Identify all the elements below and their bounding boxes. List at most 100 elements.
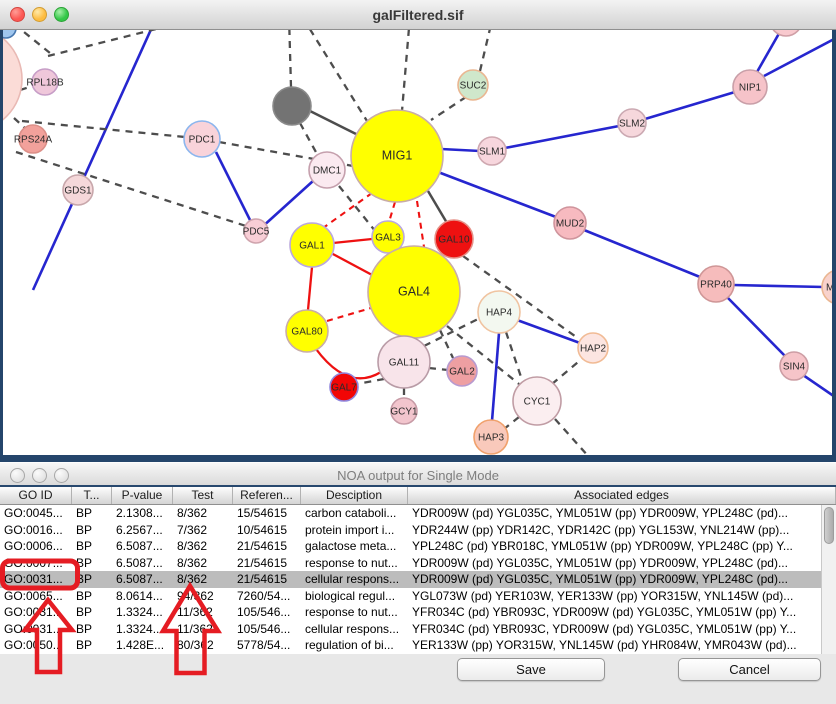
node-GAL1[interactable]: GAL1 [290,223,334,267]
node-GAL80[interactable]: GAL80 [286,310,328,352]
node-label: RPL18B [26,78,64,89]
cell-description: carbon cataboli... [301,505,408,522]
cell-go_id: GO:0031... [0,571,72,588]
cell-reference: 15/54615 [233,505,301,522]
cell-type: BP [72,588,112,605]
node-MUD2[interactable]: MUD2 [554,207,586,239]
cell-p_value: 6.5087... [112,538,173,555]
cell-edges: YDR009W (pd) YGL035C, YML051W (pp) YDR00… [408,505,836,522]
cell-go_id: GO:0031... [0,604,72,621]
column-header-test[interactable]: Test [173,487,233,504]
cell-test: 80/362 [173,637,233,654]
node-label: GAL11 [389,358,420,369]
column-header-reference[interactable]: Referen... [233,487,301,504]
node-DMC1[interactable]: DMC1 [309,152,345,188]
node-HAP2[interactable]: HAP2 [578,333,608,363]
cell-edges: YFR034C (pd) YBR093C, YDR009W (pd) YGL03… [408,621,836,638]
cell-description: galactose meta... [301,538,408,555]
node-label: HAP3 [478,433,505,444]
table-row[interactable]: GO:0031...BP6.5087...8/36221/54615cellul… [0,571,836,588]
table-row[interactable]: GO:0045...BP2.1308...8/36215/54615carbon… [0,505,836,522]
node-GAL2[interactable]: GAL2 [447,356,477,386]
table-row[interactable]: GO:0007...BP6.5087...8/36221/54615respon… [0,555,836,572]
node-label: MUD2 [556,219,585,230]
cell-go_id: GO:0065... [0,588,72,605]
node-NIP1[interactable]: NIP1 [733,70,767,104]
node-label: GCY1 [390,407,418,418]
table-row[interactable]: GO:0050...BP1.428E...80/3625778/54...reg… [0,637,836,654]
node-GAL4[interactable]: GAL4 [368,246,460,338]
node-HAP4[interactable]: HAP4 [478,291,520,333]
cell-type: BP [72,505,112,522]
node-SLM1[interactable]: SLM1 [478,137,506,165]
cell-reference: 21/54615 [233,571,301,588]
scrollbar-thumb[interactable] [824,507,834,544]
node-GCY1[interactable]: GCY1 [390,398,418,424]
cell-test: 8/362 [173,538,233,555]
node-MIG1[interactable]: MIG1 [351,110,443,202]
noa-table-header: GO ID T... P-value Test Referen... Desci… [0,487,836,505]
node-GAL10[interactable]: GAL10 [435,220,473,258]
cell-test: 94/362 [173,588,233,605]
column-header-associated-edges[interactable]: Associated edges [408,487,836,504]
cancel-button[interactable]: Cancel [678,658,821,681]
cell-p_value: 1.3324... [112,604,173,621]
cell-description: response to nut... [301,604,408,621]
cell-reference: 21/54615 [233,555,301,572]
node-label: PRP40 [700,280,732,291]
left-window-border [0,30,3,455]
cell-test: 7/362 [173,522,233,539]
node-label: DMC1 [313,166,342,177]
cell-go_id: GO:0045... [0,505,72,522]
cell-go_id: GO:0016... [0,522,72,539]
table-row[interactable]: GO:0065...BP8.0614...94/3627260/54...bio… [0,588,836,605]
cell-test: 8/362 [173,555,233,572]
cell-description: regulation of bi... [301,637,408,654]
node-PRP40[interactable]: PRP40 [698,266,734,302]
cell-edges: YER133W (pp) YOR315W, YNL145W (pd) YHR08… [408,637,836,654]
table-row[interactable]: GO:0016...BP6.2567...7/36210/54615protei… [0,522,836,539]
column-header-description[interactable]: Desciption [301,487,408,504]
column-header-p-value[interactable]: P-value [112,487,173,504]
cell-edges: YDR244W (pp) YDR142C, YDR142C (pp) YGL15… [408,522,836,539]
network-canvas[interactable]: RPL18BRPS24AGDS1PDC1DMC1MIG1SUC2SLM1SLM2… [0,30,836,455]
node-CYC1[interactable]: CYC1 [513,377,561,425]
column-header-go-id[interactable]: GO ID [0,487,72,504]
node-HAP3[interactable]: HAP3 [474,420,508,454]
node-label: HAP4 [486,308,513,319]
cell-description: cellular respons... [301,621,408,638]
graph-window-titlebar: galFiltered.sif [0,0,836,30]
cell-p_value: 1.3324... [112,621,173,638]
cell-reference: 5778/54... [233,637,301,654]
save-button[interactable]: Save [457,658,605,681]
node-PDC1[interactable]: PDC1 [184,121,220,157]
cell-edges: YDR009W (pd) YGL035C, YML051W (pp) YDR00… [408,571,836,588]
node-label: GAL10 [438,235,470,246]
node-label: HAP2 [580,344,607,355]
node-SIN4[interactable]: SIN4 [780,352,808,380]
node-unnamed-gray[interactable] [273,87,311,125]
cell-p_value: 6.2567... [112,522,173,539]
table-row[interactable]: GO:0031...BP1.3324...11/362105/546...cel… [0,621,836,638]
node-label: GAL7 [331,383,357,394]
node-SUC2[interactable]: SUC2 [458,70,488,100]
window-separator [0,455,836,462]
node-SLM2[interactable]: SLM2 [618,109,646,137]
node-label: GDS1 [64,186,92,197]
node-label: SLM1 [479,147,506,158]
node-GDS1[interactable]: GDS1 [63,175,93,205]
cell-go_id: GO:0007... [0,555,72,572]
table-scrollbar[interactable] [821,505,836,654]
cell-type: BP [72,621,112,638]
cell-edges: YPL248C (pd) YBR018C, YML051W (pp) YDR00… [408,538,836,555]
cell-type: BP [72,637,112,654]
window-title: galFiltered.sif [0,7,836,23]
table-row[interactable]: GO:0031...BP1.3324...11/362105/546...res… [0,604,836,621]
node-GAL11[interactable]: GAL11 [378,336,430,388]
node-GAL7[interactable]: GAL7 [330,373,358,401]
table-row[interactable]: GO:0006...BP6.5087...8/36221/54615galact… [0,538,836,555]
column-header-type[interactable]: T... [72,487,112,504]
cell-p_value: 8.0614... [112,588,173,605]
node-label: GAL80 [291,327,323,338]
cell-type: BP [72,571,112,588]
